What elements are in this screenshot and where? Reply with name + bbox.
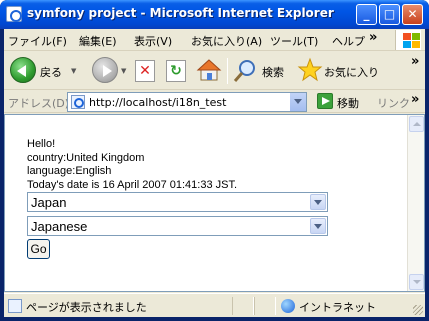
scroll-down-icon[interactable] (409, 274, 424, 290)
windows-logo-icon (395, 30, 421, 50)
window-title: symfony project - Microsoft Internet Exp… (27, 6, 334, 20)
date-text: Today's date is 16 April 2007 01:41:33 J… (27, 178, 238, 191)
back-arrow-icon[interactable] (10, 57, 36, 83)
menu-favorites[interactable]: お気に入り(A) (191, 33, 262, 49)
language-select-value: Japanese (31, 219, 88, 234)
browser-client: ファイル(F) 編集(E) 表示(V) お気に入り(A) ツール(T) ヘルプ … (4, 29, 425, 317)
browser-window: symfony project - Microsoft Internet Exp… (0, 0, 429, 321)
back-button-label[interactable]: 戻る (40, 64, 62, 80)
status-text: ページが表示されました (26, 301, 147, 314)
menu-help[interactable]: ヘルプ (332, 33, 365, 49)
scroll-up-icon[interactable] (409, 116, 424, 132)
status-bar: ページが表示されました イントラネット (4, 293, 425, 317)
go-button-label[interactable]: 移動 (337, 95, 359, 111)
resize-grip-icon[interactable] (413, 305, 423, 315)
country-select-value: Japan (31, 195, 67, 210)
close-button[interactable]: ✕ (402, 4, 423, 25)
search-button-label[interactable]: 検索 (262, 64, 284, 80)
status-segment (254, 297, 276, 315)
menu-tools[interactable]: ツール(T) (270, 33, 318, 49)
toolbar-overflow-chevron[interactable]: » (411, 54, 419, 69)
page-status-icon (8, 299, 22, 313)
toolbar-separator (227, 58, 228, 84)
go-arrow-icon[interactable] (317, 93, 333, 109)
page-content: Hello! country:United Kingdom language:E… (4, 114, 425, 292)
menu-file[interactable]: ファイル(F) (8, 33, 67, 49)
forward-history-dropdown-icon[interactable]: ▼ (121, 67, 126, 75)
forward-arrow-icon[interactable] (92, 57, 118, 83)
maximize-button[interactable]: □ (379, 4, 400, 25)
links-overflow-chevron[interactable]: » (411, 92, 419, 107)
home-icon[interactable] (196, 57, 222, 83)
status-segment (232, 297, 254, 315)
chevron-down-icon[interactable] (310, 218, 326, 234)
menu-edit[interactable]: 編集(E) (79, 33, 117, 49)
info-text: Hello! country:United Kingdom language:E… (27, 138, 237, 192)
country-select[interactable]: Japan (27, 192, 328, 212)
address-label: アドレス(D) (8, 97, 70, 110)
zone-text: イントラネット (299, 301, 376, 314)
back-history-dropdown-icon[interactable]: ▼ (71, 67, 76, 75)
greeting-text: Hello! (27, 138, 56, 150)
address-input[interactable]: http://localhost/i18n_test (67, 92, 307, 112)
ie-icon (6, 6, 22, 22)
title-bar[interactable]: symfony project - Microsoft Internet Exp… (0, 0, 429, 29)
page-icon (71, 95, 85, 109)
menu-view[interactable]: 表示(V) (134, 33, 172, 49)
refresh-icon[interactable]: ↻ (166, 60, 186, 82)
stop-icon[interactable]: ✕ (135, 60, 155, 82)
language-select[interactable]: Japanese (27, 216, 328, 236)
go-submit-button[interactable]: Go (27, 239, 50, 259)
vertical-scrollbar[interactable] (407, 115, 424, 291)
chevron-down-icon[interactable] (310, 194, 326, 210)
favorites-button-label[interactable]: お気に入り (324, 64, 379, 80)
menu-bar: ファイル(F) 編集(E) 表示(V) お気に入り(A) ツール(T) ヘルプ … (4, 29, 425, 51)
address-dropdown-icon[interactable] (289, 93, 306, 111)
standard-toolbar: 戻る ▼ ▼ ✕ ↻ 検索 お気に入り » (4, 52, 425, 90)
search-icon[interactable] (232, 58, 258, 84)
address-url[interactable]: http://localhost/i18n_test (89, 96, 226, 109)
minimize-button[interactable]: _ (356, 4, 377, 25)
intranet-zone-icon (281, 299, 295, 313)
language-text: language:English (27, 165, 112, 177)
country-text: country:United Kingdom (27, 151, 145, 164)
links-label[interactable]: リンク (377, 95, 410, 111)
menu-overflow-chevron[interactable]: » (369, 30, 377, 45)
favorites-star-icon[interactable] (297, 57, 323, 83)
address-bar: アドレス(D) http://localhost/i18n_test 移動 リン… (4, 91, 425, 113)
